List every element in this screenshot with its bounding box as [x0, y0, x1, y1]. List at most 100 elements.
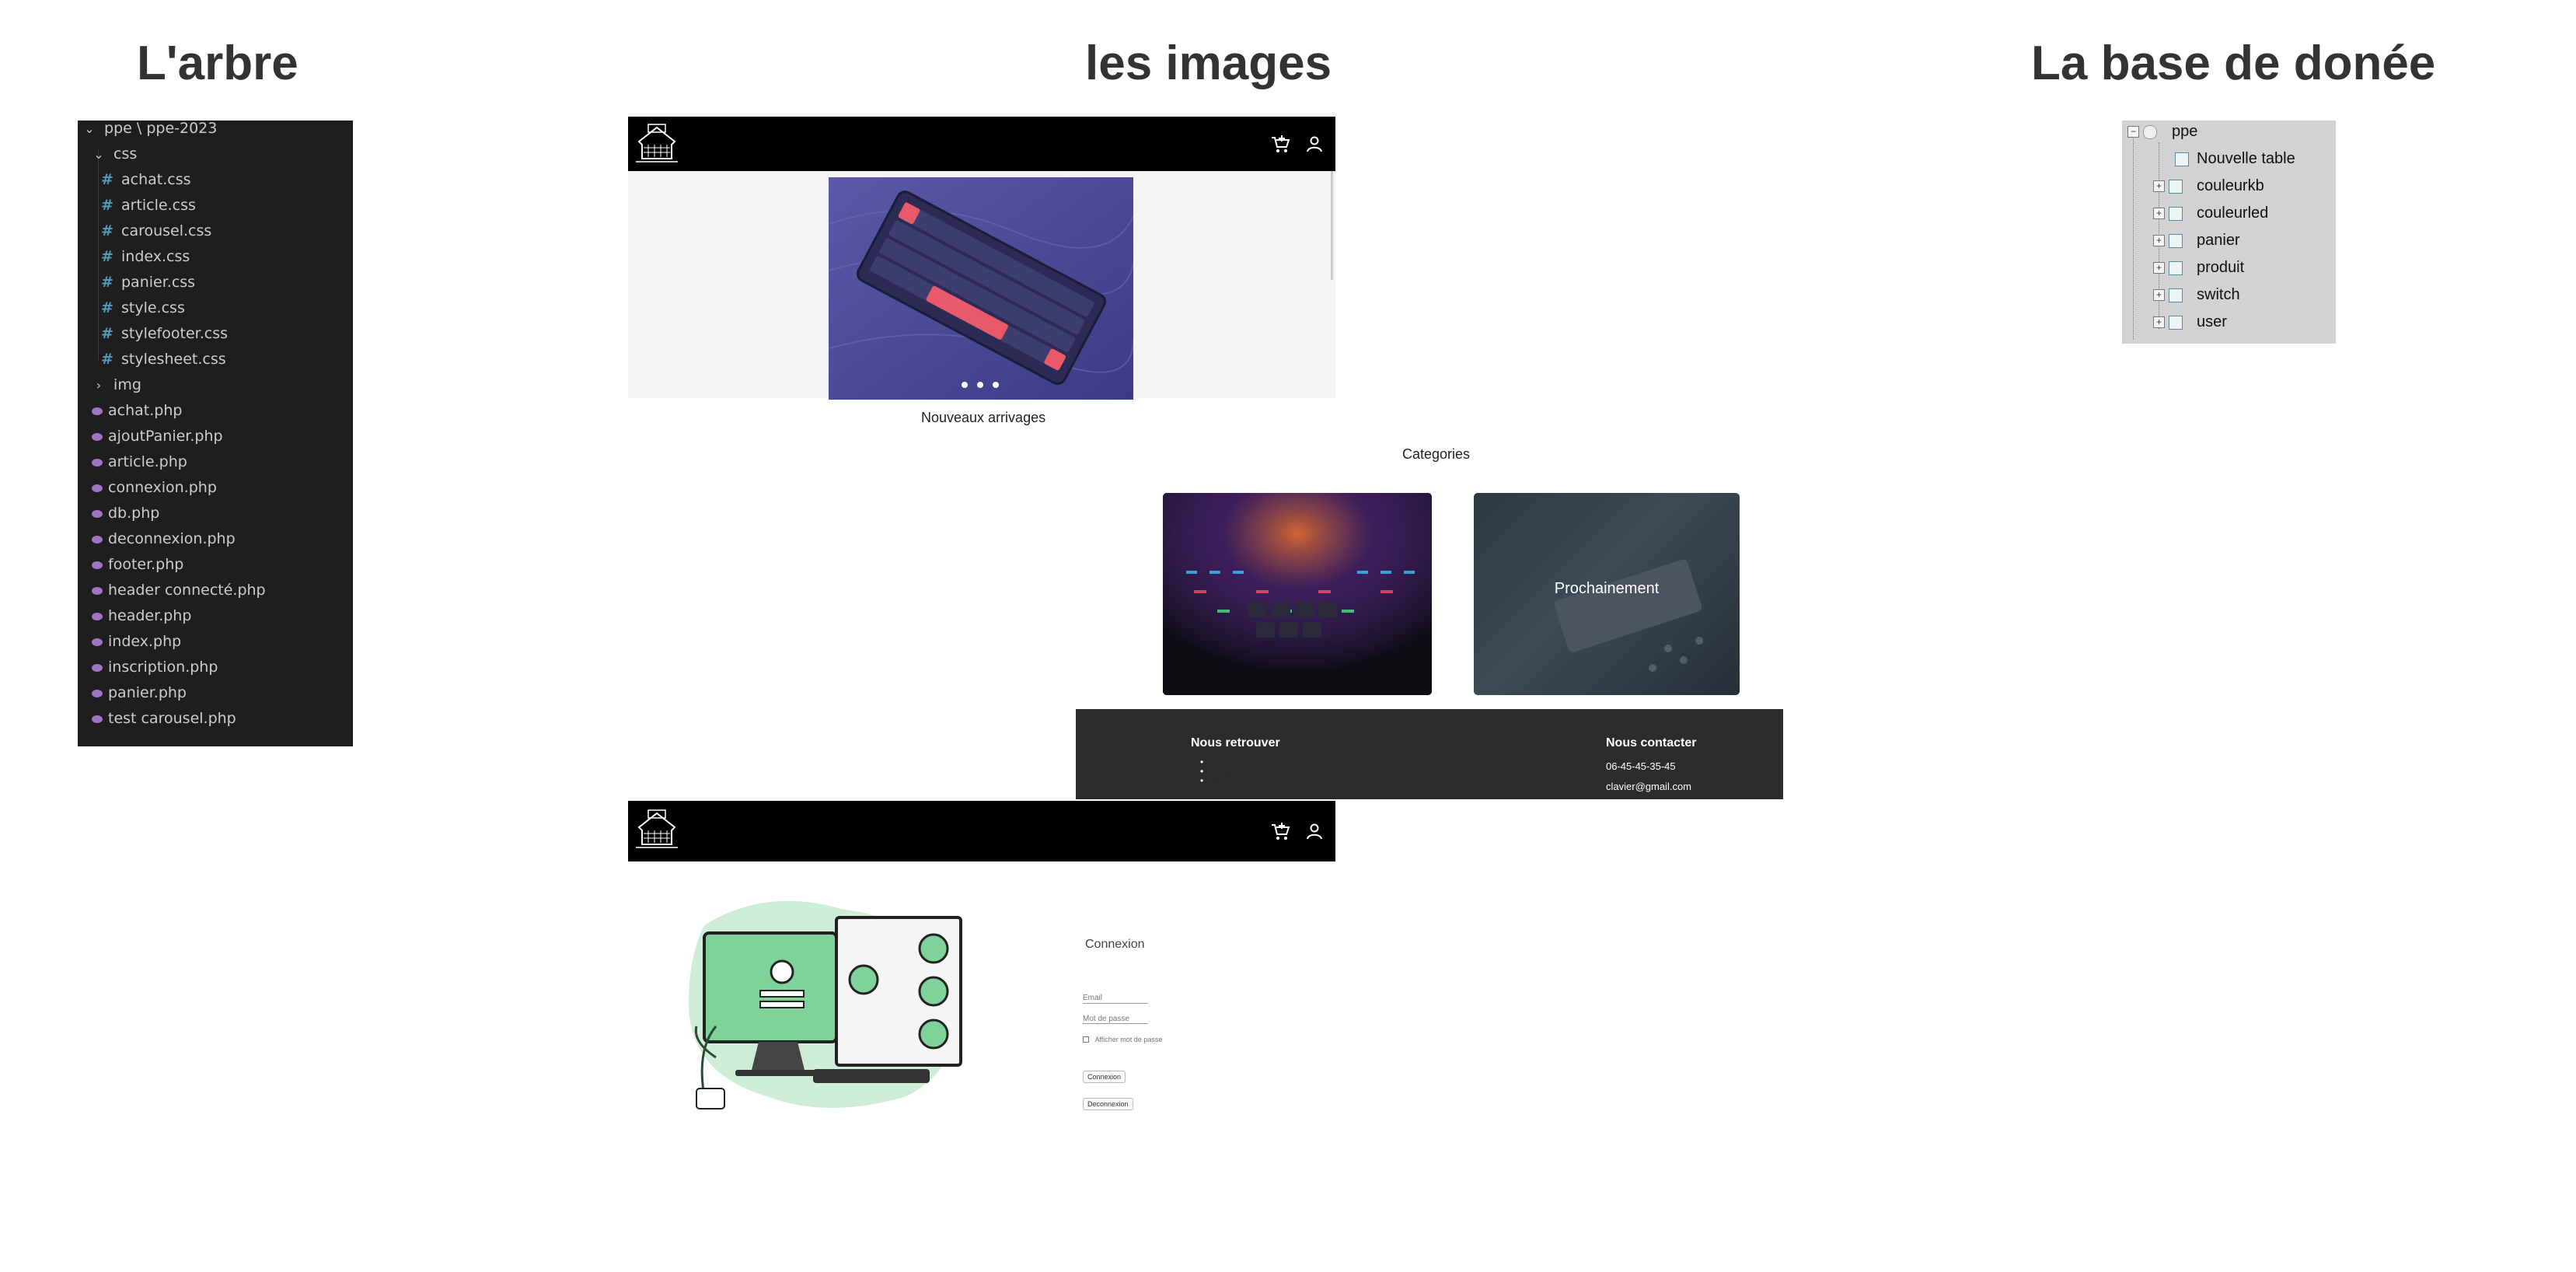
php-file-icon: [92, 407, 103, 415]
php-file-icon: [92, 689, 103, 697]
expand-icon[interactable]: +: [2153, 289, 2165, 301]
css-file-icon: #: [101, 351, 113, 368]
file-label: stylefooter.css: [121, 325, 228, 342]
table-label: produit: [2197, 259, 2245, 276]
php-file-icon: [92, 663, 103, 672]
carousel-dot[interactable]: [977, 382, 983, 388]
php-file-icon: [92, 715, 103, 723]
expand-icon[interactable]: +: [2153, 262, 2165, 274]
tree-file-php[interactable]: panier.php: [92, 680, 187, 706]
tree-file-php[interactable]: footer.php: [92, 552, 183, 578]
expand-icon[interactable]: +: [2153, 208, 2165, 219]
db-root-label: ppe: [2172, 123, 2198, 140]
database-heading: La base de donée: [2031, 37, 2436, 90]
email-field[interactable]: [1083, 1003, 1148, 1004]
password-field[interactable]: [1083, 1023, 1148, 1024]
contact-email[interactable]: clavier@gmail.com: [1606, 781, 1691, 792]
social-links: Facebook Twitter Github: [1200, 758, 1244, 786]
file-label: achat.php: [108, 402, 183, 419]
tree-file-css[interactable]: # style.css: [101, 295, 185, 321]
file-label: test carousel.php: [108, 710, 236, 727]
table-icon: [2169, 316, 2183, 330]
tree-file-css[interactable]: # stylesheet.css: [101, 347, 226, 372]
table-icon: [2169, 207, 2183, 221]
keyboard-house-logo[interactable]: [633, 807, 681, 852]
tree-file-css[interactable]: # carousel.css: [101, 218, 211, 244]
login-button[interactable]: Connexion: [1083, 1071, 1126, 1083]
expand-icon[interactable]: +: [2153, 316, 2165, 328]
php-file-icon: [92, 458, 103, 467]
tree-file-php[interactable]: test carousel.php: [92, 706, 236, 732]
new-arrivals-title: Nouveaux arrivages: [921, 410, 1046, 425]
cart-icon[interactable]: [1270, 821, 1290, 841]
tree-file-php[interactable]: db.php: [92, 501, 159, 526]
social-link-twitter[interactable]: Twitter: [1200, 767, 1244, 777]
file-label: header connecté.php: [108, 582, 266, 599]
show-password-checkbox[interactable]: [1083, 1036, 1089, 1043]
indent-guide: [98, 150, 99, 360]
php-file-icon: [92, 509, 103, 518]
user-icon[interactable]: [1305, 822, 1324, 840]
file-label: header.php: [108, 607, 192, 624]
tree-connector: [2133, 136, 2134, 340]
table-label: couleurkb: [2197, 177, 2264, 194]
tree-file-css[interactable]: # panier.css: [101, 270, 195, 295]
tree-folder-css[interactable]: ⌄ css: [93, 142, 137, 167]
tree-file-css[interactable]: # stylefooter.css: [101, 321, 228, 347]
user-icon[interactable]: [1305, 135, 1324, 153]
site-footer: Nous retrouver Facebook Twitter Github N…: [1076, 709, 1783, 799]
file-label: index.css: [121, 248, 190, 265]
tree-file-css[interactable]: # article.css: [101, 193, 196, 218]
tree-file-php[interactable]: connexion.php: [92, 475, 217, 501]
css-file-icon: #: [101, 274, 113, 291]
contact-phone: 06-45-45-35-45: [1606, 760, 1676, 772]
tree-file-css[interactable]: # achat.css: [101, 167, 191, 193]
carousel-dot[interactable]: [962, 382, 968, 388]
social-link-facebook[interactable]: Facebook: [1200, 758, 1244, 767]
tree-file-php[interactable]: article.php: [92, 449, 187, 475]
card-soon-label: Prochainement: [1554, 580, 1660, 597]
social-link-github[interactable]: Github: [1200, 777, 1244, 786]
tree-folder-img[interactable]: › img: [93, 372, 141, 398]
file-label: index.php: [108, 633, 182, 650]
expand-icon[interactable]: +: [2153, 180, 2165, 192]
new-table-icon: [2175, 152, 2189, 166]
collapse-icon[interactable]: −: [2127, 126, 2139, 138]
keyboard-house-logo[interactable]: [633, 121, 681, 166]
file-label: db.php: [108, 505, 160, 522]
table-label: user: [2197, 313, 2227, 330]
category-card-soon[interactable]: Prochainement: [1474, 493, 1740, 695]
tree-file-php[interactable]: ajoutPanier.php: [92, 424, 223, 449]
file-explorer: ⌄ ppe \ ppe-2023 ⌄ css # achat.css # artic…: [78, 120, 353, 746]
tree-file-php[interactable]: achat.php: [92, 398, 182, 424]
root-folder-label: ppe \ ppe-2023: [104, 120, 218, 137]
chevron-right-icon: ›: [96, 378, 102, 393]
tree-file-php[interactable]: header.php: [92, 603, 191, 629]
tree-file-css[interactable]: # index.css: [101, 244, 190, 270]
cart-icon[interactable]: [1270, 134, 1290, 154]
table-label: couleurled: [2197, 204, 2269, 222]
php-file-icon: [92, 432, 103, 441]
show-password-row: Afficher mot de passe: [1083, 1033, 1162, 1043]
tree-file-php[interactable]: index.php: [92, 629, 181, 655]
tree-file-php[interactable]: deconnexion.php: [92, 526, 236, 552]
tree-root-folder[interactable]: ⌄ ppe \ ppe-2023: [84, 116, 217, 142]
categories-title: Categories: [1402, 446, 1471, 462]
category-card-keyboard[interactable]: [1163, 493, 1432, 695]
email-field-label: Email: [1083, 994, 1103, 1002]
carousel-dot[interactable]: [993, 382, 999, 388]
database-icon: [2143, 125, 2157, 139]
table-icon: [2169, 180, 2183, 194]
carousel-slide-image[interactable]: [829, 177, 1133, 400]
tree-file-php[interactable]: inscription.php: [92, 655, 218, 680]
logout-button[interactable]: Deconnexion: [1083, 1098, 1133, 1110]
file-label: connexion.php: [108, 479, 217, 496]
scrollbar[interactable]: [1331, 171, 1333, 280]
php-file-icon: [92, 612, 103, 620]
tree-file-php[interactable]: header connecté.php: [92, 578, 266, 603]
database-tree-panel: − ppe Nouvelle table + couleurkb + coule…: [2122, 121, 2336, 344]
file-label: article.css: [121, 197, 196, 214]
expand-icon[interactable]: +: [2153, 235, 2165, 246]
find-us-title: Nous retrouver: [1191, 736, 1280, 750]
table-icon: [2169, 261, 2183, 275]
